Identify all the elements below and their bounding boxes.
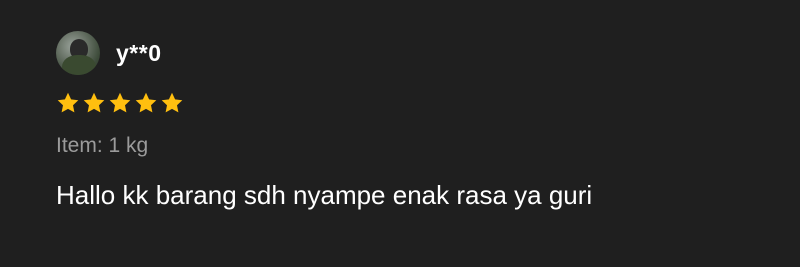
review-header: y**0 [56,31,161,75]
review-text: Hallo kk barang sdh nyampe enak rasa ya … [56,180,593,210]
star-icon [109,92,131,113]
star-icon [57,92,79,113]
review-card: y**0 Item: 1 kg Hallo kk barang sdh nyam… [0,0,800,267]
item-variant: Item: 1 kg [56,134,149,157]
star-rating [56,91,184,115]
star-icon [135,92,157,113]
star-icon [161,92,183,113]
avatar[interactable] [56,31,100,75]
reviewer-username: y**0 [116,39,162,66]
star-icon [83,92,105,113]
